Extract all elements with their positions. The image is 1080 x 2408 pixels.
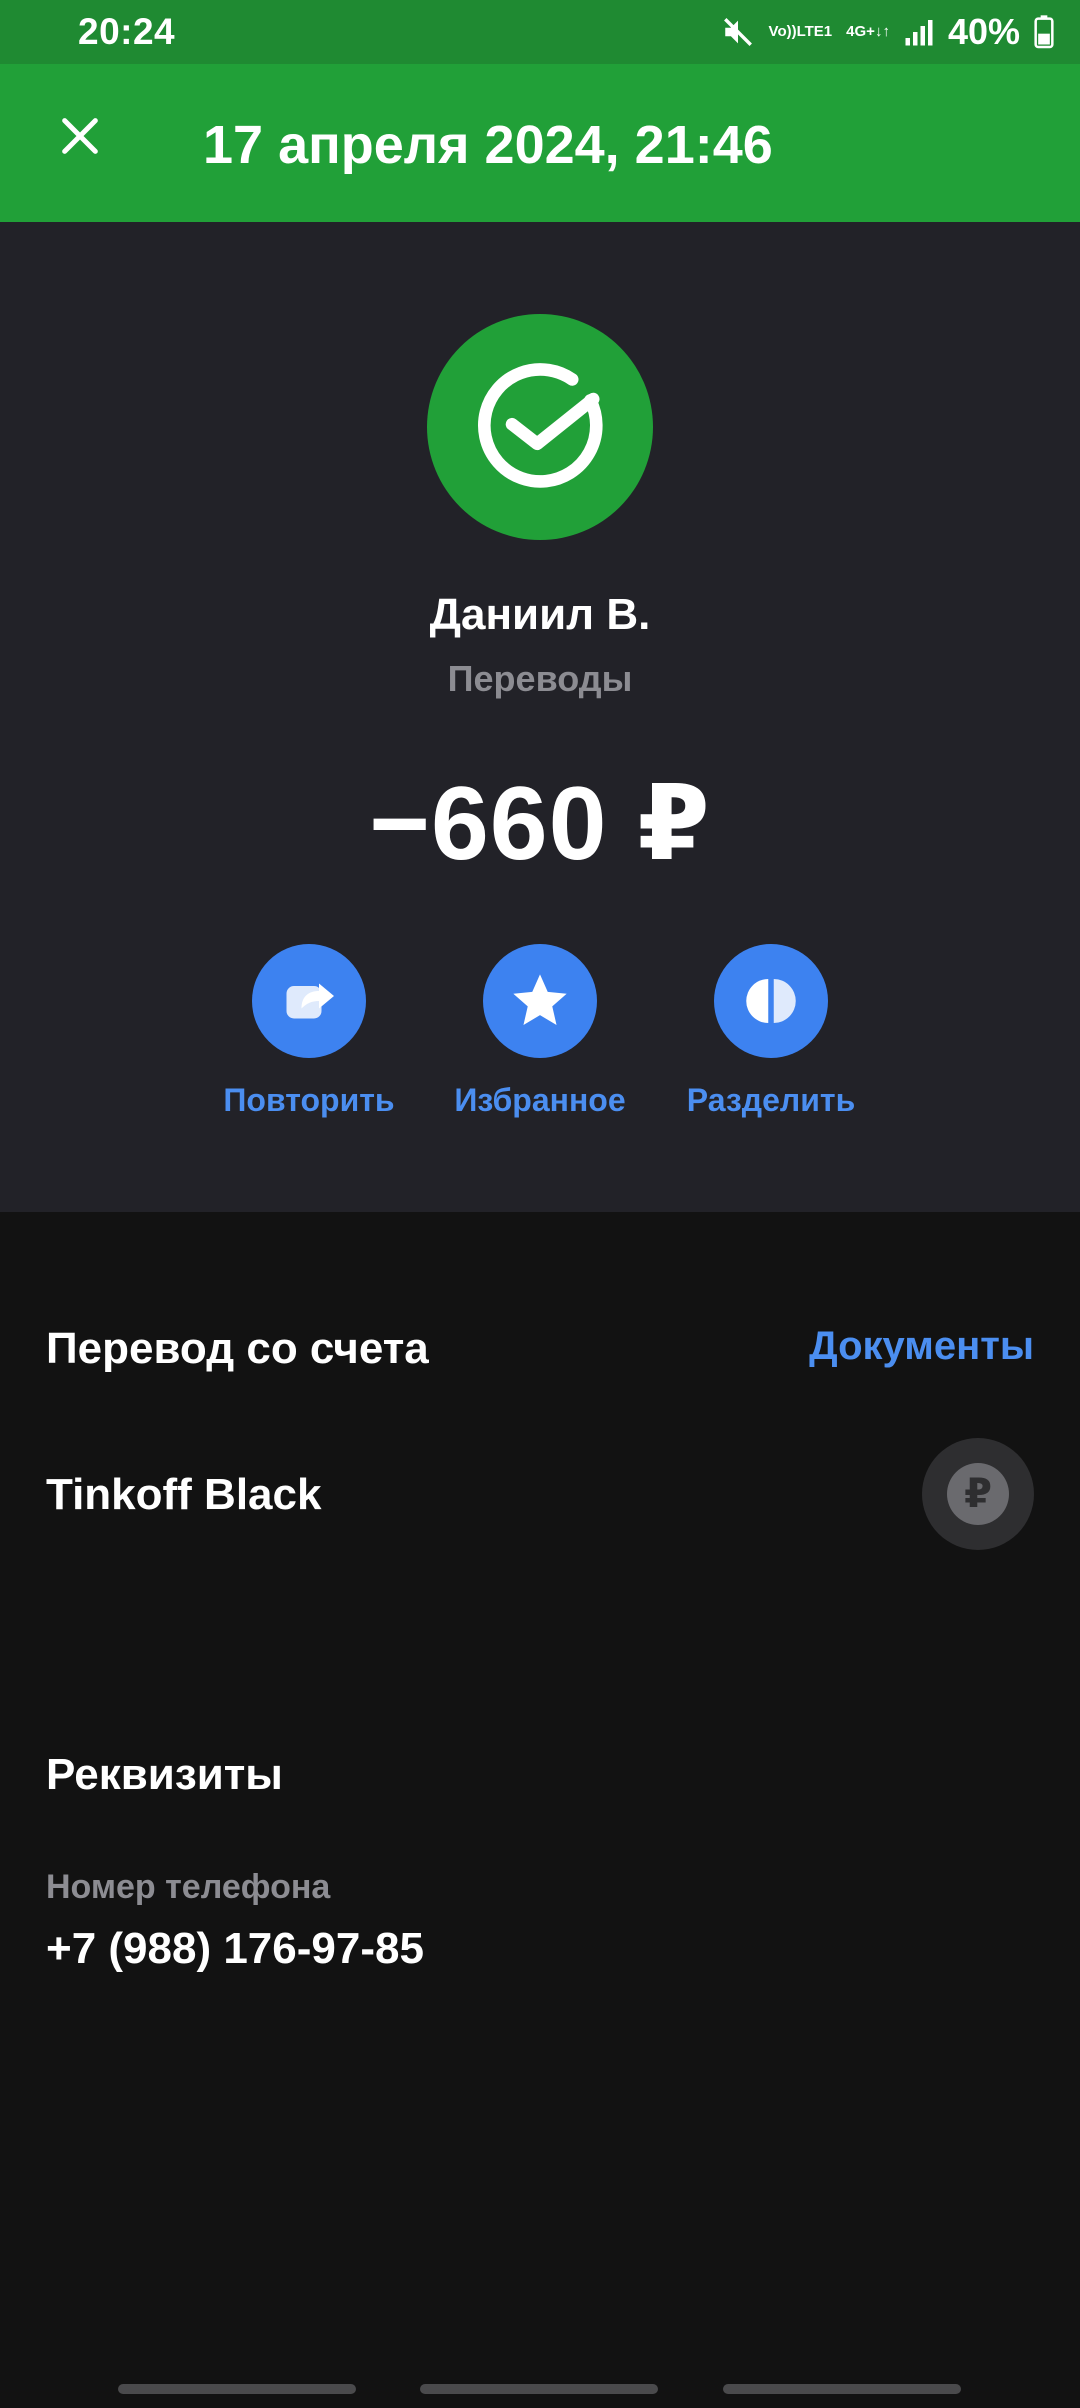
star-icon xyxy=(483,944,597,1058)
favorite-label: Избранное xyxy=(454,1082,626,1118)
nav-home-handle[interactable] xyxy=(420,2384,658,2394)
transaction-summary: Даниил В. Переводы −660 ₽ Повторить Избр… xyxy=(0,222,1080,1212)
account-ruble-icon: ₽ xyxy=(922,1438,1034,1550)
network-top-text: Vo)) xyxy=(768,23,797,40)
status-time: 20:24 xyxy=(78,11,176,52)
battery-icon xyxy=(1034,15,1054,49)
status-icons: Vo)) LTE1 4G+ ↓↑ 40% xyxy=(721,11,1054,53)
split-label: Разделить xyxy=(686,1082,856,1118)
nav-recents-handle[interactable] xyxy=(118,2384,356,2394)
close-button[interactable] xyxy=(44,100,116,172)
documents-link[interactable]: Документы xyxy=(809,1324,1034,1369)
close-icon xyxy=(62,118,98,154)
data-arrows-icon: ↓↑ xyxy=(874,23,890,40)
phone-label: Номер телефона xyxy=(46,1868,331,1906)
header-bar: 17 апреля 2024, 21:46 xyxy=(0,64,1080,222)
network-bottom-text: LTE1 xyxy=(796,23,833,40)
repeat-button[interactable]: Повторить xyxy=(199,944,419,1119)
split-button[interactable]: Разделить xyxy=(661,944,881,1119)
data-indicator: 4G+ ↓↑ xyxy=(846,24,890,40)
sber-logo-icon xyxy=(427,314,653,540)
transaction-amount: −660 ₽ xyxy=(369,766,711,882)
status-bar: 20:24 Vo)) LTE1 4G+ ↓↑ 40% xyxy=(0,0,1080,64)
page-title: 17 апреля 2024, 21:46 xyxy=(203,115,773,175)
mute-icon xyxy=(721,15,755,49)
transaction-category: Переводы xyxy=(447,658,633,699)
ruble-icon: ₽ xyxy=(947,1463,1009,1525)
recipient-name: Даниил В. xyxy=(429,590,651,639)
details-section-title: Реквизиты xyxy=(46,1750,283,1799)
phone-value: +7 (988) 176-97-85 xyxy=(46,1924,424,1973)
repeat-label: Повторить xyxy=(223,1082,395,1118)
repeat-icon xyxy=(252,944,366,1058)
network-indicator: Vo)) LTE1 xyxy=(769,24,833,40)
source-section-title: Перевод со счета xyxy=(46,1324,429,1373)
battery-percent: 40% xyxy=(947,11,1020,52)
account-name: Tinkoff Black xyxy=(46,1470,322,1519)
split-icon xyxy=(714,944,828,1058)
favorite-button[interactable]: Избранное xyxy=(430,944,650,1119)
data-type-text: 4G+ xyxy=(846,23,875,40)
nav-back-handle[interactable] xyxy=(723,2384,961,2394)
signal-icon xyxy=(904,17,934,47)
